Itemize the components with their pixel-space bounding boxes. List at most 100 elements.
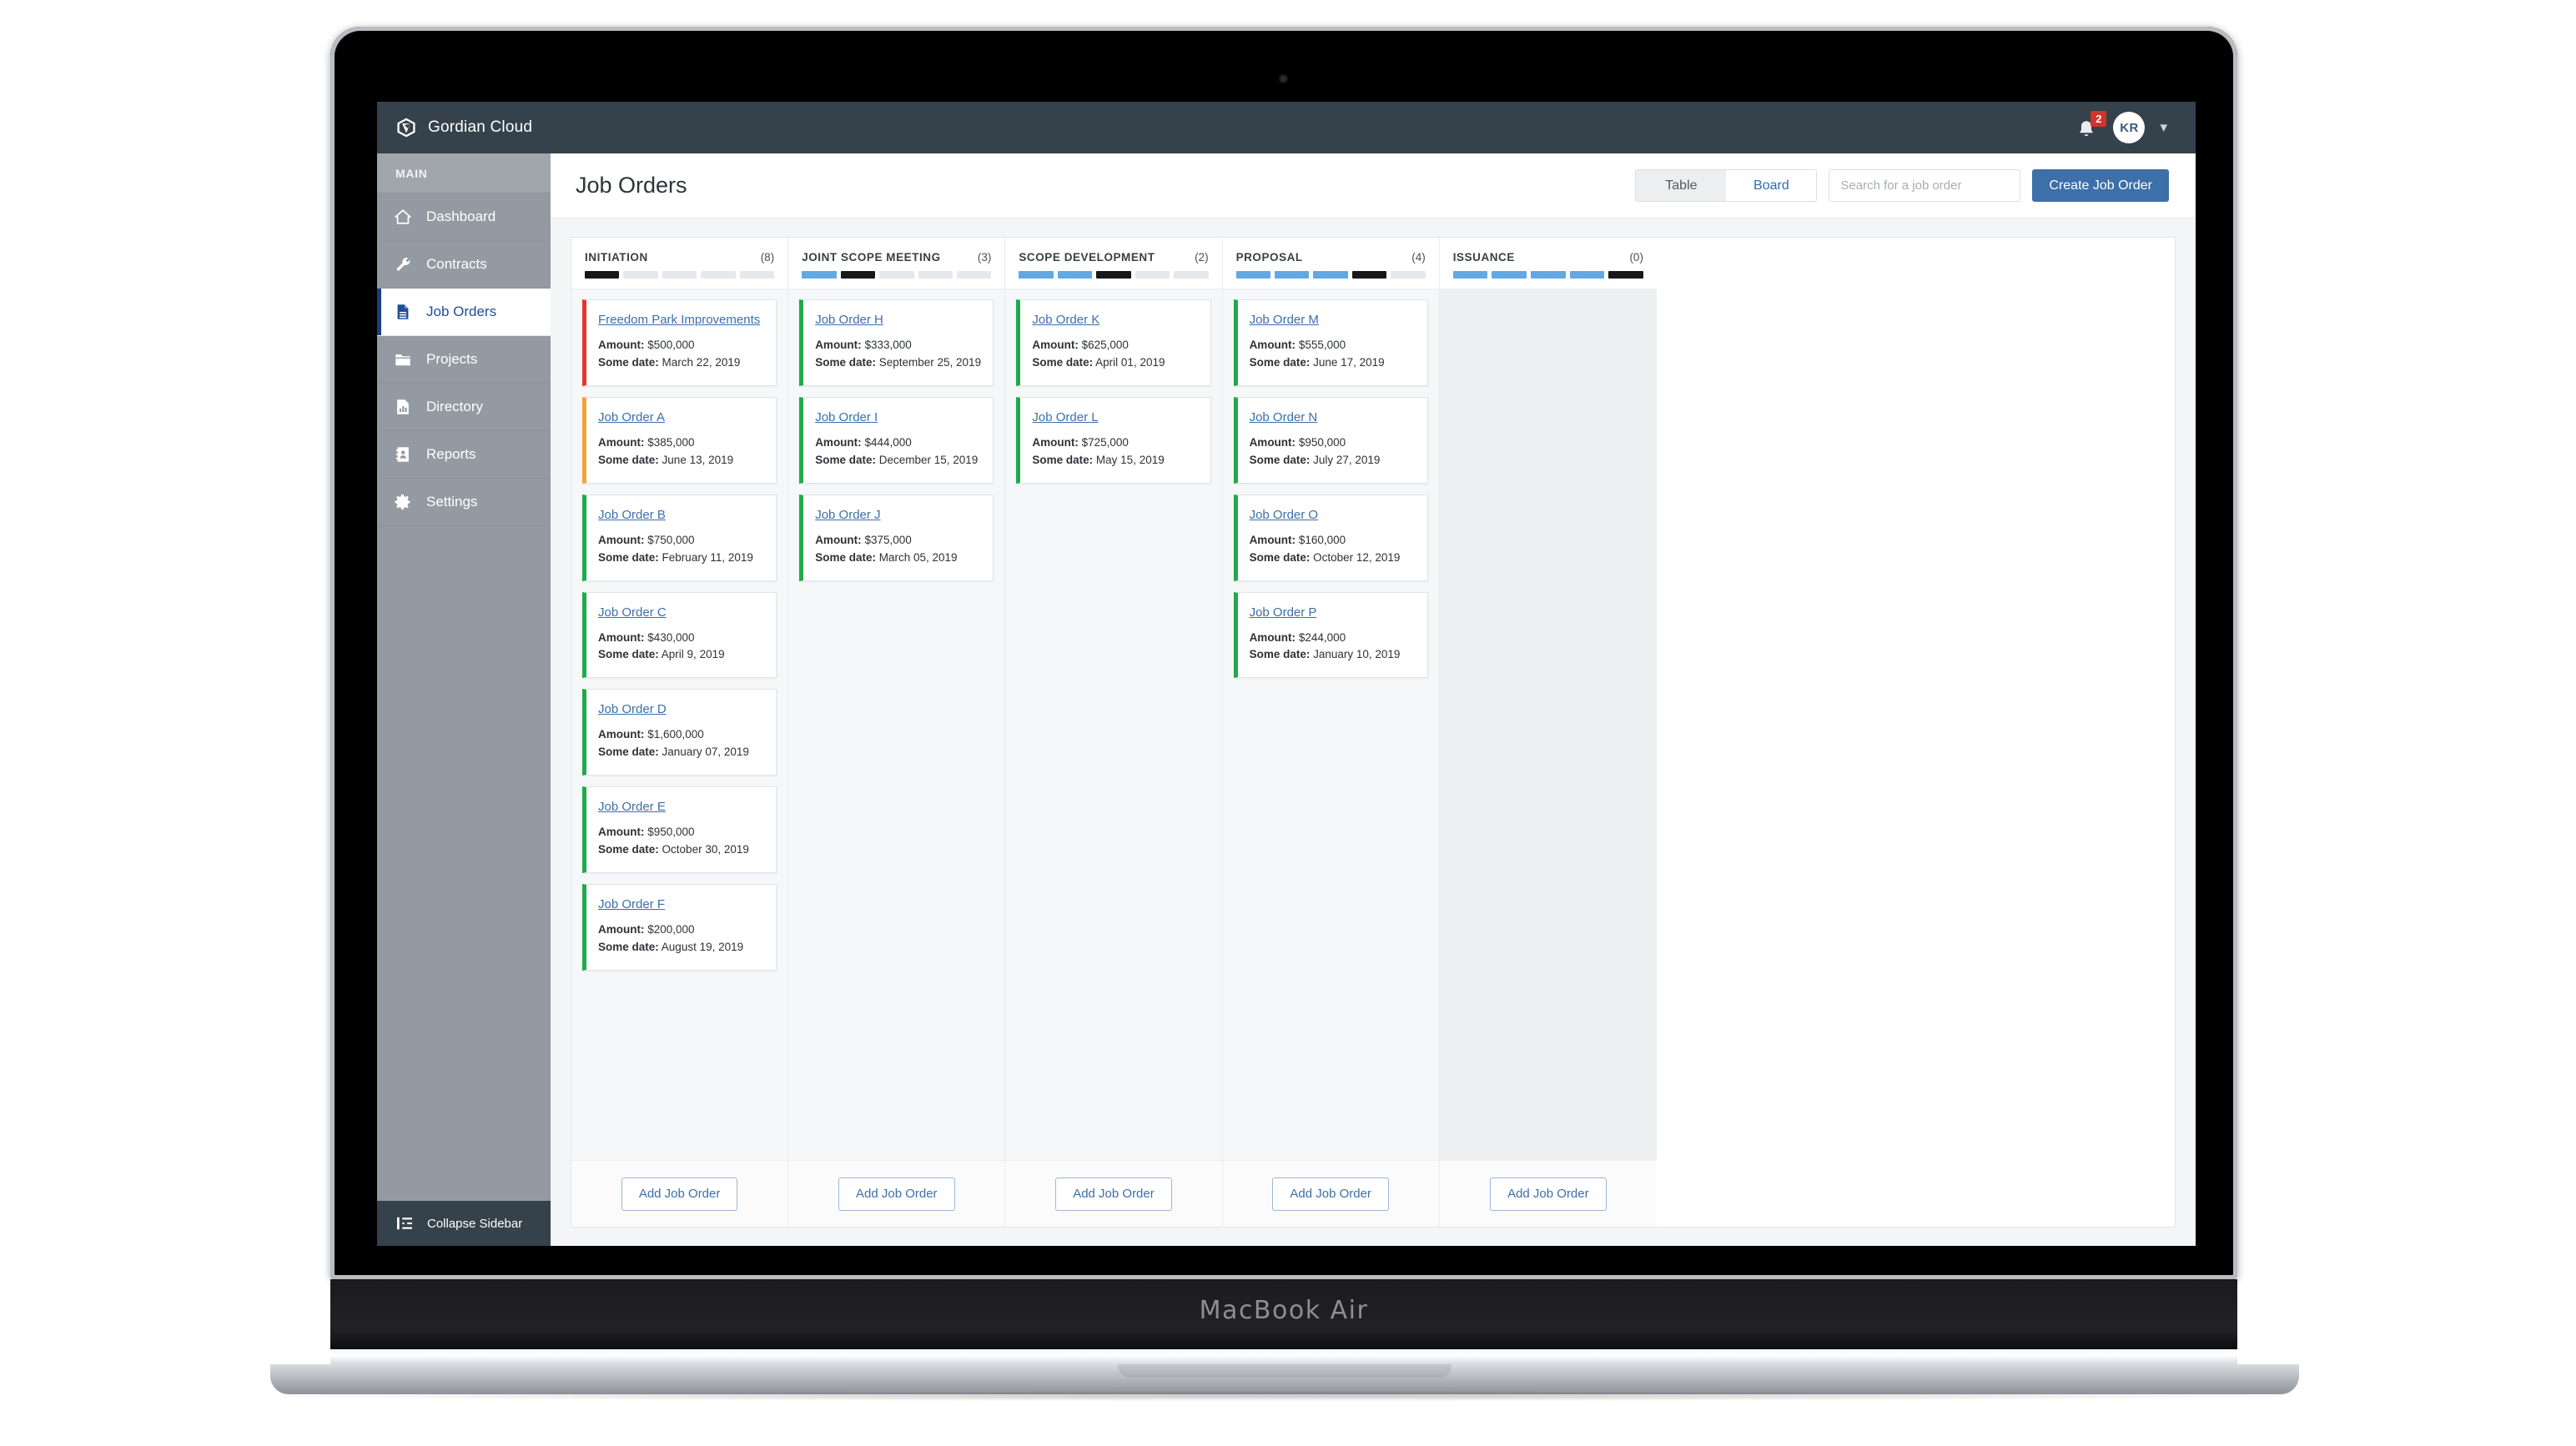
avatar[interactable]: KR [2113, 112, 2146, 143]
stage-progress-segment [1135, 271, 1170, 279]
job-order-date-value: April 9, 2019 [661, 648, 725, 661]
stage-progress-segment [1391, 271, 1426, 279]
job-order-amount-value: $244,000 [1298, 630, 1346, 644]
sidebar-item-job-orders[interactable]: Job Orders [377, 289, 551, 336]
board-column-header-row: INITIATION (8) [585, 251, 774, 264]
job-order-date-row: Some date: June 17, 2019 [1250, 354, 1416, 372]
job-order-card[interactable]: Job Order B Amount: $750,000 Some date: Fe… [582, 494, 777, 581]
job-order-date-value: March 05, 2019 [878, 550, 958, 564]
job-order-amount-value: $1,600,000 [647, 728, 704, 741]
job-order-date-value: May 15, 2019 [1095, 453, 1165, 466]
job-order-card-title[interactable]: Job Order H [815, 313, 883, 327]
stage-progress-bar [802, 271, 992, 279]
job-order-card[interactable]: Job Order H Amount: $333,000 Some date: Se… [799, 299, 994, 386]
board-column-header: SCOPE DEVELOPMENT (2) [1005, 238, 1222, 289]
job-order-card-title[interactable]: Job Order L [1032, 410, 1098, 424]
job-order-card[interactable]: Job Order J Amount: $375,000 Some date: Ma… [799, 494, 994, 581]
job-order-date-label: Some date: [1249, 453, 1311, 466]
board-column-title: ISSUANCE [1452, 251, 1515, 264]
sidebar-item-projects[interactable]: Projects [377, 336, 551, 384]
job-order-date-row: Some date: August 19, 2019 [598, 939, 764, 956]
job-order-card-title[interactable]: Job Order A [598, 410, 665, 424]
sidebar-item-reports[interactable]: Reports [377, 431, 551, 479]
job-order-card-title[interactable]: Job Order C [598, 605, 667, 620]
board-column-count: (3) [977, 251, 992, 264]
job-order-card[interactable]: Job Order M Amount: $555,000 Some date: Ju… [1233, 299, 1428, 386]
job-order-amount-row: Amount: $244,000 [1250, 630, 1416, 647]
add-job-order-button[interactable]: Add Job Order [1272, 1177, 1389, 1211]
collapse-sidebar-label: Collapse Sidebar [427, 1216, 523, 1231]
notifications-button[interactable]: 2 [2075, 111, 2107, 140]
board-column-title: PROPOSAL [1235, 251, 1303, 264]
job-order-card[interactable]: Job Order A Amount: $385,000 Some date: Ju… [582, 396, 777, 484]
job-order-card[interactable]: Job Order I Amount: $444,000 Some date: De… [799, 396, 994, 484]
job-order-card[interactable]: Job Order O Amount: $160,000 Some date: Oc… [1233, 494, 1428, 581]
search-input[interactable] [1829, 169, 2021, 202]
job-order-amount-value: $500,000 [647, 339, 695, 351]
stage-progress-segment [879, 271, 914, 279]
sidebar-item-contracts[interactable]: Contracts [377, 241, 551, 289]
board-column-footer: Add Job Order [788, 1160, 1005, 1227]
job-order-card-title[interactable]: Job Order M [1250, 313, 1319, 327]
app-topbar: Gordian Cloud 2 KR ▾ [377, 102, 2196, 153]
job-order-card[interactable]: Job Order F Amount: $200,000 Some date: Au… [582, 884, 777, 971]
add-job-order-button[interactable]: Add Job Order [621, 1177, 738, 1211]
job-order-amount-row: Amount: $1,600,000 [598, 726, 764, 744]
sidebar-item-dashboard[interactable]: Dashboard [377, 193, 551, 241]
job-order-card[interactable]: Job Order N Amount: $950,000 Some date: Ju… [1233, 396, 1428, 484]
job-order-card[interactable]: Job Order D Amount: $1,600,000 Some date: … [582, 689, 777, 776]
gear-icon [395, 494, 410, 510]
job-order-card[interactable]: Job Order C Amount: $430,000 Some date: Ap… [582, 591, 777, 679]
job-order-card-title[interactable]: Job Order P [1250, 605, 1317, 620]
tab-board[interactable]: Board [1726, 170, 1817, 201]
sidebar-item-directory[interactable]: Directory [377, 384, 551, 431]
job-order-card-title[interactable]: Job Order E [598, 800, 666, 814]
job-order-amount-value: $950,000 [1298, 435, 1346, 449]
job-order-card-title[interactable]: Job Order K [1032, 313, 1099, 327]
job-order-card[interactable]: Job Order L Amount: $725,000 Some date: Ma… [1016, 396, 1211, 484]
job-order-card-title[interactable]: Job Order I [815, 410, 878, 424]
tab-table[interactable]: Table [1636, 170, 1726, 201]
job-order-card-title[interactable]: Job Order B [598, 508, 666, 522]
job-order-card[interactable]: Job Order E Amount: $950,000 Some date: Oc… [582, 786, 777, 874]
job-order-card-title[interactable]: Job Order D [598, 702, 667, 716]
create-job-order-button[interactable]: Create Job Order [2032, 169, 2169, 202]
board-area: INITIATION (8) Freedom Park Improvements Am… [551, 218, 2196, 1246]
add-job-order-button[interactable]: Add Job Order [1490, 1177, 1607, 1211]
job-order-date-label: Some date: [1249, 550, 1311, 564]
board-column-header-row: SCOPE DEVELOPMENT (2) [1019, 251, 1208, 264]
add-job-order-button[interactable]: Add Job Order [1055, 1177, 1172, 1211]
stage-progress-segment [956, 271, 992, 279]
job-order-card-title[interactable]: Job Order N [1250, 410, 1318, 424]
job-order-card[interactable]: Freedom Park Improvements Amount: $500,00… [582, 299, 777, 386]
laptop-base: MacBook Air [330, 1279, 2237, 1353]
job-order-amount-value: $333,000 [864, 339, 912, 351]
job-order-card-title[interactable]: Freedom Park Improvements [598, 313, 760, 327]
sidebar-item-label: Reports [426, 446, 476, 462]
job-order-date-label: Some date: [1032, 355, 1094, 369]
job-order-amount-label: Amount: [815, 435, 862, 449]
sidebar-item-settings[interactable]: Settings [377, 479, 551, 526]
board-column-header: JOINT SCOPE MEETING (3) [788, 238, 1005, 289]
wrench-icon [396, 257, 410, 272]
job-order-card-title[interactable]: Job Order F [598, 897, 665, 911]
stage-progress-segment [1608, 271, 1643, 279]
job-order-amount-value: $160,000 [1298, 533, 1346, 546]
job-order-card-title[interactable]: Job Order J [815, 508, 880, 522]
add-job-order-button[interactable]: Add Job Order [838, 1177, 955, 1211]
job-order-amount-row: Amount: $625,000 [1032, 337, 1198, 354]
job-order-card-title[interactable]: Job Order O [1250, 508, 1319, 522]
collapse-sidebar-button[interactable]: Collapse Sidebar [377, 1201, 551, 1246]
job-order-card[interactable]: Job Order K Amount: $625,000 Some date: Ap… [1016, 299, 1211, 386]
job-order-date-label: Some date: [1249, 648, 1311, 661]
sidebar-item-label: Settings [426, 494, 478, 510]
brand[interactable]: Gordian Cloud [377, 117, 532, 138]
job-order-card[interactable]: Job Order P Amount: $244,000 Some date: Ja… [1233, 591, 1428, 679]
stage-progress-segment [585, 271, 620, 279]
stage-progress-segment [1096, 271, 1131, 279]
job-order-date-row: Some date: October 12, 2019 [1250, 550, 1416, 567]
job-order-date-value: October 12, 2019 [1313, 550, 1401, 564]
chevron-down-icon[interactable]: ▾ [2160, 119, 2167, 136]
job-order-date-row: Some date: May 15, 2019 [1032, 452, 1198, 469]
